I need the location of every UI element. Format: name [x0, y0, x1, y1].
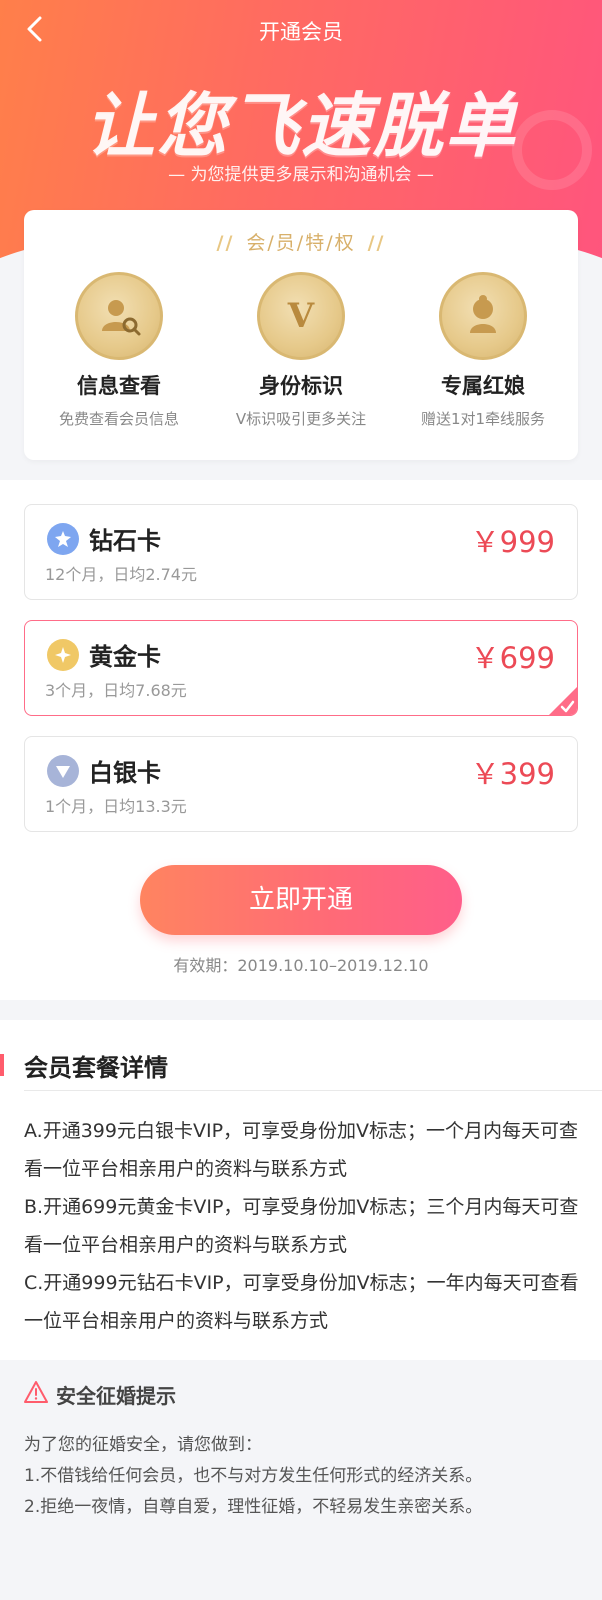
- plan-diamond-card[interactable]: 钻石卡 12个月，日均2.74元 ￥999: [24, 504, 578, 600]
- section-accent-bar: [0, 1054, 4, 1076]
- privilege-label: 信息查看: [77, 374, 161, 398]
- detail-line: A.开通399元白银卡VIP，可享受身份加V标志；一个月内每天可查看一位平台相亲…: [24, 1120, 579, 1180]
- decor-slash-icon: //: [216, 232, 235, 254]
- person-search-icon: [75, 272, 163, 360]
- safety-line: 2.拒绝一夜情，自尊自爱，理性征婚，不轻易发生亲密关系。: [24, 1497, 483, 1517]
- detail-line: B.开通699元黄金卡VIP，可享受身份加V标志；三个月内每天可查看一位平台相亲…: [24, 1196, 579, 1256]
- plan-silver-card[interactable]: 白银卡 1个月，日均13.3元 ￥399: [24, 736, 578, 832]
- privileges-title-text: 会/员/特/权: [246, 232, 356, 254]
- plan-price: ￥999: [470, 525, 555, 559]
- diamond-icon: [47, 523, 79, 555]
- divider: [24, 1090, 602, 1091]
- hero-subtitle: — 为您提供更多展示和沟通机会 —: [168, 165, 434, 185]
- plan-gold-card[interactable]: 黄金卡 3个月，日均7.68元 ￥699: [24, 620, 578, 716]
- v-badge-icon: V: [257, 272, 345, 360]
- privilege-info-view[interactable]: 信息查看 免费查看会员信息: [29, 272, 209, 429]
- privilege-desc: 免费查看会员信息: [58, 410, 179, 428]
- gold-star-icon: [47, 639, 79, 671]
- plan-price: ￥699: [470, 641, 555, 675]
- plan-subtitle: 1个月，日均13.3元: [45, 797, 187, 816]
- detail-line: C.开通999元钻石卡VIP，可享受身份加V标志；一年内每天可查看一位平台相亲用…: [24, 1272, 579, 1332]
- details-title: 会员套餐详情: [24, 1054, 168, 1082]
- plan-price: ￥399: [470, 757, 555, 791]
- plan-name: 白银卡: [89, 759, 161, 787]
- privilege-desc: 赠送1对1牵线服务: [420, 410, 546, 428]
- privileges-title: // 会/员/特/权 //: [24, 228, 578, 255]
- safety-title: 安全征婚提示: [56, 1384, 176, 1408]
- open-membership-button[interactable]: 立即开通: [140, 865, 462, 935]
- privilege-label: 身份标识: [259, 374, 343, 398]
- privileges-card: // 会/员/特/权 // 信息查看 免费查看会员信息 V 身份标识 V标识吸引更多…: [24, 210, 578, 460]
- plan-subtitle: 12个月，日均2.74元: [45, 565, 197, 584]
- privilege-identity[interactable]: V 身份标识 V标识吸引更多关注: [211, 272, 391, 429]
- details-body: A.开通399元白银卡VIP，可享受身份加V标志；一个月内每天可查看一位平台相亲…: [24, 1112, 580, 1340]
- plan-subtitle: 3个月，日均7.68元: [45, 681, 187, 700]
- safety-line: 1.不借钱给任何会员，也不与对方发生任何形式的经济关系。: [24, 1466, 483, 1486]
- safety-line: 为了您的征婚安全，请您做到：: [24, 1435, 262, 1455]
- matchmaker-icon: [439, 272, 527, 360]
- warning-icon: [24, 1381, 48, 1403]
- svg-text:V: V: [287, 296, 315, 336]
- silver-icon: [47, 755, 79, 787]
- validity-period: 有效期：2019.10.10–2019.12.10: [173, 956, 429, 975]
- decor-slash-icon: //: [367, 232, 386, 254]
- plan-name: 黄金卡: [89, 643, 161, 671]
- privilege-matchmaker[interactable]: 专属红娘 赠送1对1牵线服务: [393, 272, 573, 429]
- plan-details-section: 会员套餐详情 A.开通399元白银卡VIP，可享受身份加V标志；一个月内每天可查…: [0, 1020, 602, 1360]
- safety-body: 为了您的征婚安全，请您做到： 1.不借钱给任何会员，也不与对方发生任何形式的经济…: [24, 1430, 580, 1523]
- privilege-label: 专属红娘: [441, 374, 525, 398]
- page-title: 开通会员: [259, 20, 343, 44]
- plan-name: 钻石卡: [89, 527, 161, 555]
- selected-check-icon: [549, 687, 577, 715]
- privilege-desc: V标识吸引更多关注: [235, 410, 367, 428]
- hero-slogan: 让您飞速脱单: [85, 85, 517, 167]
